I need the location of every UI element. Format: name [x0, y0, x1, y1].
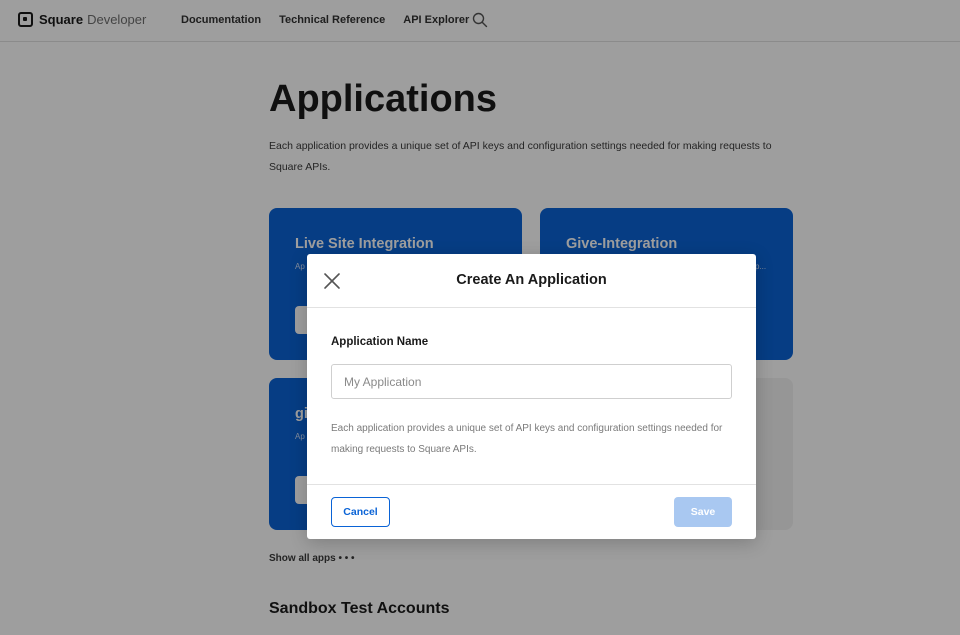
application-name-help-text: Each application provides a unique set o… — [331, 423, 723, 455]
dialog-header: Create An Application — [307, 254, 756, 308]
dialog-title: Create An Application — [456, 272, 607, 288]
create-application-dialog: Create An Application Application Name E… — [307, 254, 756, 539]
save-button[interactable]: Save — [674, 497, 732, 527]
dialog-footer-divider — [307, 484, 756, 485]
cancel-button[interactable]: Cancel — [331, 497, 390, 527]
application-name-input[interactable] — [331, 364, 732, 399]
application-name-label: Application Name — [331, 336, 429, 348]
